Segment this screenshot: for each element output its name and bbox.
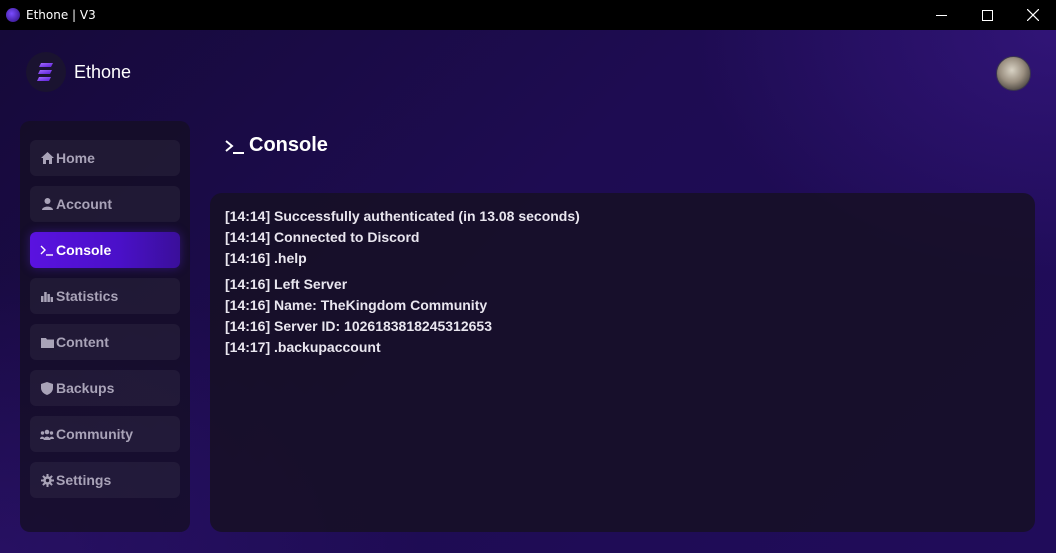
sidebar-item-label: Backups: [56, 380, 115, 396]
sidebar-item-settings[interactable]: Settings: [30, 462, 180, 498]
minimize-button[interactable]: [918, 0, 964, 30]
sidebar-item-content[interactable]: Content: [30, 324, 180, 360]
sidebar: Home Account Console Statistics Content: [20, 121, 190, 532]
sidebar-item-console[interactable]: Console: [30, 232, 180, 268]
window-titlebar: Ethone | V3: [0, 0, 1056, 30]
gear-icon: [40, 473, 54, 487]
sidebar-item-label: Home: [56, 150, 95, 166]
page-header: Console: [225, 134, 328, 157]
console-output[interactable]: [14:14] Successfully authenticated (in 1…: [210, 193, 1035, 532]
app-body: Ethone Home Account Console Statistics C…: [0, 30, 1056, 553]
maximize-icon: [981, 9, 993, 21]
sidebar-item-backups[interactable]: Backups: [30, 370, 180, 406]
bar-chart-icon: [40, 289, 54, 303]
console-line: [14:14] Successfully authenticated (in 1…: [225, 208, 580, 224]
console-line: [14:16] Server ID: 1026183818245312653: [225, 318, 492, 334]
page-title: Console: [249, 134, 328, 156]
user-icon: [40, 197, 54, 211]
sidebar-item-label: Community: [56, 426, 133, 442]
terminal-icon: [225, 139, 244, 154]
console-line: [14:16] Left Server: [225, 276, 348, 292]
window-title: Ethone | V3: [26, 8, 96, 22]
console-line: [14:17] .backupaccount: [225, 339, 381, 355]
brand-name: Ethone: [74, 61, 132, 82]
console-line: [14:16] Name: TheKingdom Community: [225, 297, 488, 313]
brand[interactable]: Ethone: [26, 52, 131, 92]
close-button[interactable]: [1010, 0, 1056, 30]
home-icon: [40, 151, 54, 165]
minimize-icon: [935, 14, 947, 16]
sidebar-item-home[interactable]: Home: [30, 140, 180, 176]
sidebar-item-label: Console: [56, 242, 112, 258]
sidebar-item-account[interactable]: Account: [30, 186, 180, 222]
close-icon: [1027, 9, 1039, 21]
sidebar-item-label: Settings: [56, 472, 112, 488]
folder-icon: [40, 335, 54, 349]
sidebar-item-label: Account: [56, 196, 112, 212]
console-line: [14:14] Connected to Discord: [225, 229, 420, 245]
users-icon: [40, 427, 54, 441]
sidebar-item-label: Statistics: [56, 288, 119, 304]
app-icon: [6, 8, 20, 22]
console-line: [14:16] .help: [225, 250, 307, 266]
user-avatar[interactable]: [996, 56, 1031, 91]
sidebar-item-community[interactable]: Community: [30, 416, 180, 452]
ethone-logo-icon: [26, 52, 66, 92]
window-controls: [918, 0, 1056, 30]
sidebar-item-statistics[interactable]: Statistics: [30, 278, 180, 314]
sidebar-item-label: Content: [56, 334, 109, 350]
terminal-icon: [40, 243, 54, 257]
shield-icon: [40, 381, 54, 395]
maximize-button[interactable]: [964, 0, 1010, 30]
